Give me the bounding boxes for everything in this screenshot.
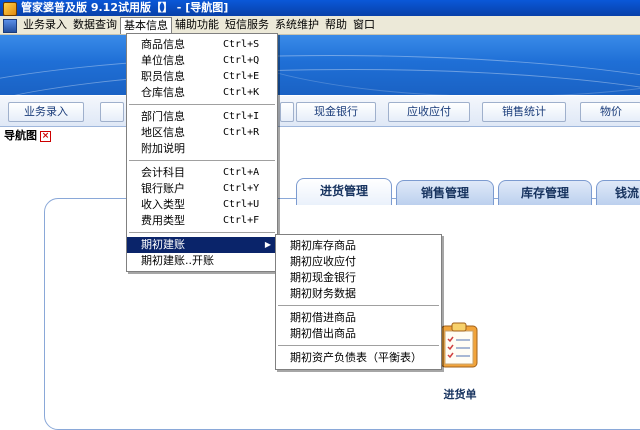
menu-bar: 业务录入 数据查询 基本信息 辅助功能 短信服务 系统维护 帮助 窗口 [0, 16, 640, 35]
purchase-order-label[interactable]: 进货单 [430, 386, 490, 402]
menu-system[interactable]: 系统维护 [272, 17, 322, 33]
menu-item-product-info[interactable]: 商品信息 Ctrl+S [127, 37, 277, 53]
menu-basic-info[interactable]: 基本信息 [120, 17, 172, 34]
submenu-item-opening-balance-sheet[interactable]: 期初资产负债表（平衡表） [276, 350, 441, 366]
submenu-item-opening-lent-out[interactable]: 期初借出商品 [276, 326, 441, 342]
menu-item-income-types[interactable]: 收入类型 Ctrl+U [127, 197, 277, 213]
submenu-item-opening-inventory[interactable]: 期初库存商品 [276, 238, 441, 254]
header-banner [0, 35, 640, 95]
menu-item-opening-accounts-start[interactable]: 期初建账..开账 [127, 253, 277, 269]
menu-item-expense-types[interactable]: 费用类型 Ctrl+F [127, 213, 277, 229]
quick-toolbar: 业务录入 现金银行 应收应付 销售统计 物价 [0, 96, 640, 127]
menu-item-staff-info[interactable]: 职员信息 Ctrl+E [127, 69, 277, 85]
menu-item-region-info[interactable]: 地区信息 Ctrl+R [127, 125, 277, 141]
tab-cash-flow[interactable]: 钱流 [596, 180, 640, 205]
menu-separator [129, 160, 275, 162]
menu-help[interactable]: 帮助 [322, 17, 350, 33]
title-bar: 管家婆普及版 9.12试用版【】 - [导航图] [0, 0, 640, 16]
menu-separator [129, 232, 275, 234]
submenu-item-opening-borrowed-in[interactable]: 期初借进商品 [276, 310, 441, 326]
quick-hidden-button[interactable] [100, 102, 124, 122]
menu-item-opening-accounts[interactable]: 期初建账 ▶ [127, 237, 277, 253]
clipboard-doc-icon[interactable] [440, 322, 478, 368]
submenu-arrow-icon: ▶ [264, 240, 271, 249]
tab-sales[interactable]: 销售管理 [396, 180, 494, 205]
quick-price-button[interactable]: 物价 [580, 102, 640, 122]
opening-accounts-submenu: 期初库存商品 期初应收应付 期初现金银行 期初财务数据 期初借进商品 期初借出商… [275, 234, 442, 370]
system-menu-icon[interactable] [3, 19, 17, 33]
menu-sms[interactable]: 短信服务 [222, 17, 272, 33]
quick-business-entry-button[interactable]: 业务录入 [8, 102, 84, 122]
quick-receivable-payable-button[interactable]: 应收应付 [388, 102, 470, 122]
nav-map-tab-label: 导航图 [4, 129, 37, 142]
submenu-item-opening-cash-bank[interactable]: 期初现金银行 [276, 270, 441, 286]
basic-info-menu: 商品信息 Ctrl+S 单位信息 Ctrl+Q 职员信息 Ctrl+E 仓库信息 Ctr… [126, 33, 278, 272]
menu-window[interactable]: 窗口 [350, 17, 378, 33]
submenu-item-opening-receivables[interactable]: 期初应收应付 [276, 254, 441, 270]
menu-item-accounting-subjects[interactable]: 会计科目 Ctrl+A [127, 165, 277, 181]
menu-separator [278, 305, 439, 307]
quick-cash-bank-button[interactable]: 现金银行 [296, 102, 376, 122]
nav-map-tab[interactable]: 导航图 × [4, 128, 51, 144]
quick-hidden-button-2[interactable] [280, 102, 294, 122]
menu-business-entry[interactable]: 业务录入 [20, 17, 70, 33]
close-icon[interactable]: × [40, 130, 51, 142]
menu-item-warehouse-info[interactable]: 仓库信息 Ctrl+K [127, 85, 277, 101]
submenu-item-opening-financial[interactable]: 期初财务数据 [276, 286, 441, 302]
menu-item-unit-info[interactable]: 单位信息 Ctrl+Q [127, 53, 277, 69]
menu-item-additional-notes[interactable]: 附加说明 [127, 141, 277, 157]
menu-item-bank-accounts[interactable]: 银行账户 Ctrl+Y [127, 181, 277, 197]
menu-separator [129, 104, 275, 106]
tab-purchase[interactable]: 进货管理 [296, 178, 392, 205]
menu-auxiliary[interactable]: 辅助功能 [172, 17, 222, 33]
tab-inventory[interactable]: 库存管理 [498, 180, 592, 205]
menu-item-department-info[interactable]: 部门信息 Ctrl+I [127, 109, 277, 125]
quick-sales-stats-button[interactable]: 销售统计 [482, 102, 566, 122]
app-icon [3, 2, 17, 16]
menu-separator [278, 345, 439, 347]
menu-data-query[interactable]: 数据查询 [70, 17, 120, 33]
window-title: 管家婆普及版 9.12试用版【】 - [导航图] [21, 1, 229, 14]
